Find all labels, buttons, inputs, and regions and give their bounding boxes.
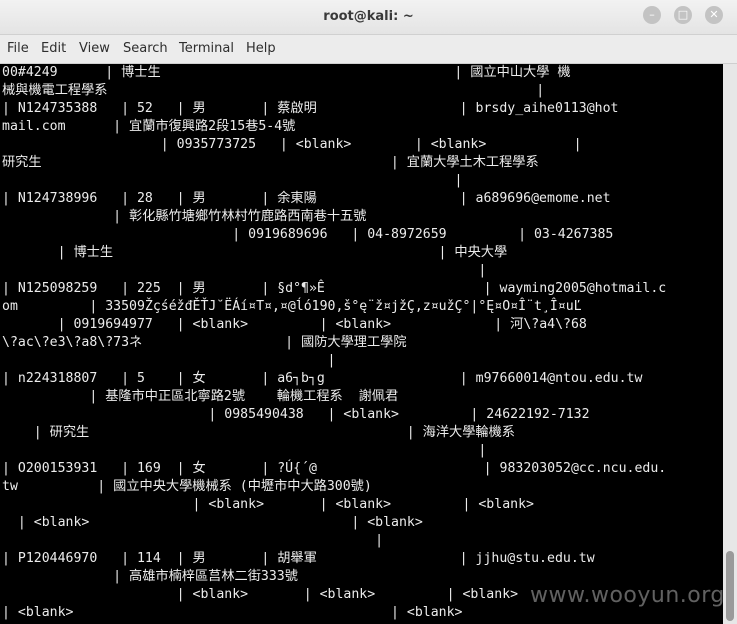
menu-view[interactable]: View	[79, 41, 110, 56]
menu-bar: File Edit View Search Terminal Help	[0, 35, 737, 64]
window-title: root@kali: ~	[323, 9, 414, 24]
terminal-line: |	[2, 353, 336, 368]
watermark: www.wooyun.org	[530, 583, 725, 608]
terminal-line: | P120446970 | 114 | 男 | 胡舉軍 | jjhu@stu.…	[2, 551, 595, 566]
terminal-line: |	[2, 263, 487, 278]
title-bar[interactable]: root@kali: ~ – □ ✕	[0, 0, 737, 35]
menu-help[interactable]: Help	[246, 41, 276, 56]
terminal-line: | 基隆市中正區北寧路2號 輪機工程系 謝佩君	[2, 389, 399, 404]
terminal-line: | 0919694977 | <blank> | <blank> | 河\?a4…	[2, 317, 587, 332]
scrollbar-thumb[interactable]	[726, 551, 734, 621]
terminal-line: |	[2, 533, 384, 548]
terminal-line: 械與機電工程學系 |	[2, 83, 545, 98]
menu-search[interactable]: Search	[123, 41, 168, 56]
terminal-line: | 彰化縣竹塘鄉竹林村竹鹿路西南巷十五號	[2, 209, 367, 224]
minimize-icon[interactable]: –	[643, 6, 661, 24]
terminal-line: |	[2, 443, 487, 458]
terminal-line: \?ac\?e3\?a8\?73ネ | 國防大學理工學院	[2, 335, 407, 350]
terminal-line: | N124735388 | 52 | 男 | 蔡啟明 | brsdy_aihe…	[2, 101, 619, 116]
terminal-line: | 高雄市楠梓區莒林二街333號	[2, 569, 298, 584]
terminal-line: | <blank> | <blank> | <blank>	[2, 587, 519, 602]
terminal-line: | <blank> | <blank>	[2, 515, 423, 530]
menu-terminal[interactable]: Terminal	[179, 41, 234, 56]
terminal-line: | <blank> | <blank> | <blank>	[2, 497, 534, 512]
terminal-line: om | 33509ŽçśéžđĚŤJ˘ËÁí¤T¤,¤@ĺó190,š°ę¨ž…	[2, 299, 582, 314]
terminal-output[interactable]: 00#4249 | 博士生 | 國立中山大學 機械與機電工程學系 | | N124…	[0, 64, 723, 624]
maximize-icon[interactable]: □	[674, 6, 692, 24]
terminal-line: 00#4249 | 博士生 | 國立中山大學 機	[2, 65, 571, 80]
menu-file[interactable]: File	[7, 41, 29, 56]
terminal-line: | 研究生 | 海洋大學輪機系	[2, 425, 515, 440]
terminal-line: | 0985490438 | <blank> | 24622192-7132	[2, 407, 590, 422]
terminal-window: root@kali: ~ – □ ✕ File Edit View Search…	[0, 0, 737, 624]
terminal-line: | N125098259 | 225 | 男 | §d°¶»Ê | waymin…	[2, 281, 667, 296]
close-icon[interactable]: ✕	[705, 6, 723, 24]
terminal-line: |	[2, 173, 463, 188]
terminal-line: | 0935773725 | <blank> | <blank> |	[2, 137, 582, 152]
terminal-line: | 0919689696 | 04-8972659 | 03-4267385	[2, 227, 614, 242]
terminal-line: tw | 國立中央大學機械系 (中壢市中大路300號)	[2, 479, 372, 494]
terminal-line: | n224318807 | 5 | 女 | a6┐b┐g | m9766001…	[2, 371, 643, 386]
terminal-line: | N124738996 | 28 | 男 | 余東陽 | a689696@em…	[2, 191, 611, 206]
terminal-line: 研究生 | 宜蘭大學土木工程學系	[2, 155, 539, 170]
terminal-line: | 博士生 | 中央大學	[2, 245, 508, 260]
menu-edit[interactable]: Edit	[41, 41, 66, 56]
terminal-line: | O200153931 | 169 | 女 | ?Ú{´@ | 9832030…	[2, 461, 667, 476]
terminal-line: mail.com | 宜蘭市復興路2段15巷5-4號	[2, 119, 296, 134]
scrollbar[interactable]	[723, 64, 737, 624]
terminal-line: | <blank> | <blank>	[2, 605, 463, 620]
